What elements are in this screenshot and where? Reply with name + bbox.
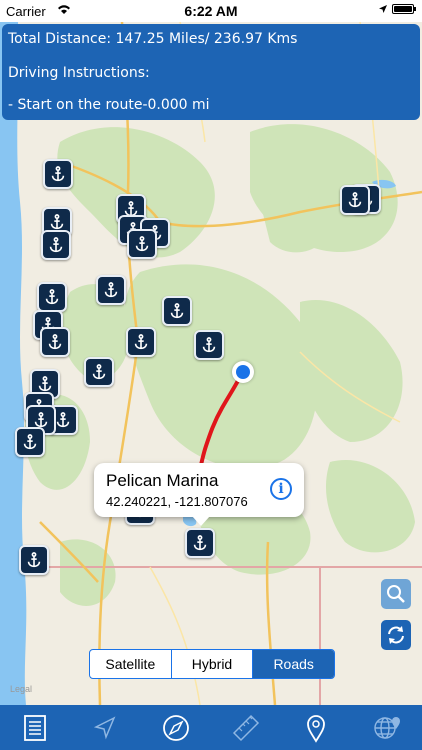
map-base[interactable] (0, 22, 422, 705)
refresh-button[interactable] (381, 620, 411, 650)
ruler-icon (233, 714, 260, 741)
anchor-icon (23, 434, 37, 450)
anchor-icon (38, 376, 52, 392)
marina-marker[interactable] (15, 427, 45, 457)
anchor-icon (48, 334, 62, 350)
map-type-roads[interactable]: Roads (253, 650, 334, 678)
marina-marker[interactable] (96, 275, 126, 305)
tab-compass[interactable] (156, 708, 196, 748)
marina-marker[interactable] (194, 330, 224, 360)
marina-marker[interactable] (340, 185, 370, 215)
battery-icon (392, 4, 416, 14)
marina-marker[interactable] (126, 327, 156, 357)
anchor-icon (193, 535, 207, 551)
anchor-icon (348, 192, 362, 208)
refresh-icon (388, 626, 404, 644)
marina-marker[interactable] (19, 545, 49, 575)
marina-marker[interactable] (84, 357, 114, 387)
anchor-icon (45, 289, 59, 305)
legal-link[interactable]: Legal (10, 684, 32, 694)
callout-title: Pelican Marina (106, 471, 219, 490)
tab-measure[interactable] (226, 708, 266, 748)
compass-icon (162, 714, 189, 741)
marina-marker[interactable] (40, 327, 70, 357)
status-bar: Carrier 6:22 AM (0, 0, 422, 22)
marina-marker[interactable] (41, 230, 71, 260)
info-icon[interactable]: i (270, 478, 292, 500)
status-right (378, 4, 416, 14)
navigation-arrow-icon (94, 715, 116, 739)
tab-location[interactable] (296, 708, 336, 748)
map-type-hybrid[interactable]: Hybrid (172, 650, 254, 678)
map-type-satellite[interactable]: Satellite (90, 650, 172, 678)
map-view[interactable] (0, 22, 422, 705)
marina-marker-selected[interactable] (185, 528, 215, 558)
callout-coordinates: 42.240221, -121.807076 (106, 494, 248, 509)
location-services-icon (379, 5, 387, 13)
marina-marker[interactable] (162, 296, 192, 326)
driving-instructions-label: Driving Instructions: (8, 65, 150, 81)
tab-globe[interactable] (367, 708, 407, 748)
total-distance: Total Distance: 147.25 Miles/ 236.97 Kms (8, 31, 298, 47)
map-type-selector[interactable]: Satellite Hybrid Roads (89, 649, 335, 679)
anchor-icon (49, 237, 63, 253)
search-icon (387, 585, 405, 603)
marina-marker[interactable] (127, 229, 157, 259)
list-icon (24, 714, 47, 741)
anchor-icon (50, 214, 64, 230)
route-info-panel: Total Distance: 147.25 Miles/ 236.97 Kms… (2, 24, 420, 120)
instruction-step[interactable]: - Start on the route-0.000 mi (8, 97, 210, 113)
anchor-icon (51, 166, 65, 182)
anchor-icon (27, 552, 41, 568)
bottom-toolbar (0, 705, 422, 750)
anchor-icon (202, 337, 216, 353)
anchor-icon (135, 236, 149, 252)
marina-callout[interactable]: Pelican Marina 42.240221, -121.807076 i (94, 463, 304, 526)
marina-marker[interactable] (37, 282, 67, 312)
tab-list[interactable] (15, 708, 55, 748)
anchor-icon (92, 364, 106, 380)
anchor-icon (134, 334, 148, 350)
anchor-icon (170, 303, 184, 319)
marina-marker[interactable] (43, 159, 73, 189)
globe-icon (374, 716, 400, 739)
anchor-icon (104, 282, 118, 298)
search-button[interactable] (381, 579, 411, 609)
status-time: 6:22 AM (184, 3, 238, 19)
anchor-icon (56, 412, 70, 428)
current-location-dot[interactable] (232, 361, 254, 383)
map-pin-icon (307, 714, 326, 743)
tab-navigate[interactable] (85, 708, 125, 748)
